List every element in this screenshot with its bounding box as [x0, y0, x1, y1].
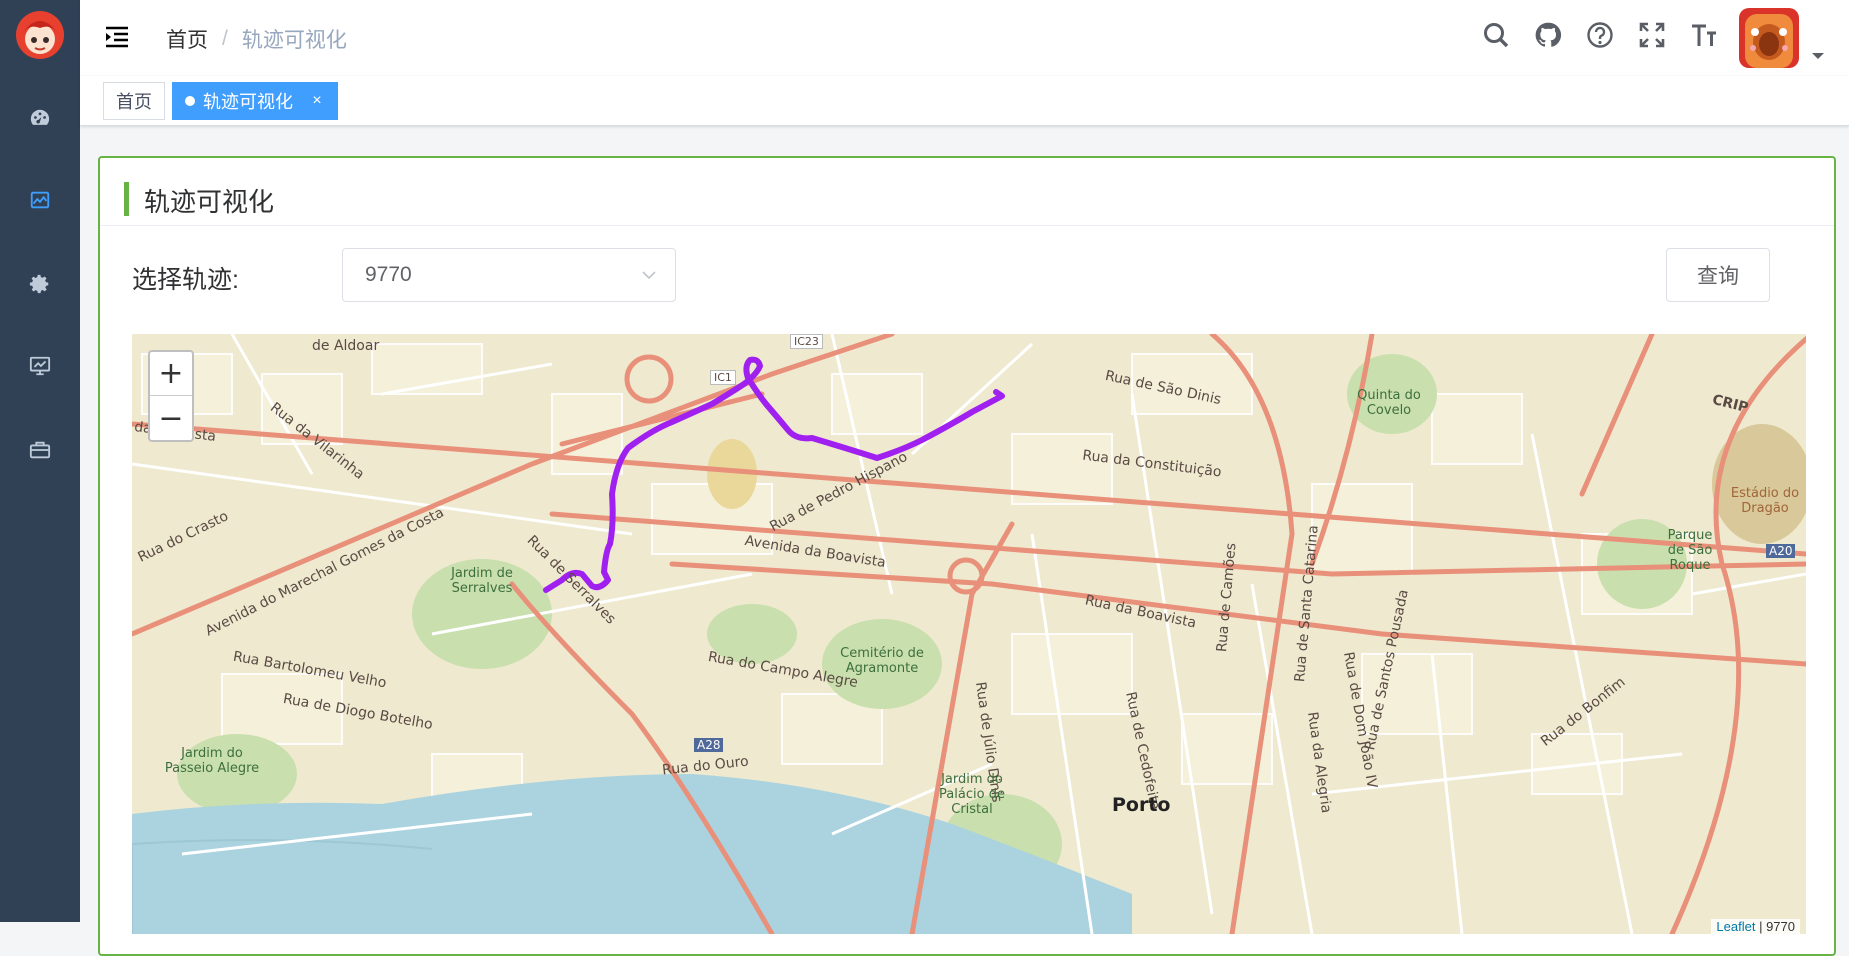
map-label: Porto: [1112, 794, 1171, 816]
sidebar-item-monitor[interactable]: [0, 326, 80, 406]
monitor-icon: [29, 356, 51, 376]
map-label: Jardim do Palácio de Cristal: [939, 772, 1005, 817]
tag-home-label: 首页: [116, 92, 152, 112]
tag-active-label: 轨迹可视化: [203, 92, 293, 112]
text-size-icon: [1692, 24, 1716, 46]
attribution-text: | 9770: [1755, 919, 1795, 934]
active-dot-icon: [185, 96, 195, 106]
card-header: 轨迹可视化: [100, 158, 1834, 226]
tag-track-visualization[interactable]: 轨迹可视化 ×: [172, 82, 338, 120]
avatar-dropdown-caret-icon[interactable]: [1811, 48, 1825, 59]
chevron-down-icon: [642, 271, 656, 280]
search-button[interactable]: [1481, 20, 1511, 50]
map-label: IC23: [790, 334, 823, 349]
dashboard-icon: [30, 109, 50, 125]
sidebar-item-dashboard[interactable]: [0, 78, 80, 158]
avatar-image: [1739, 8, 1799, 68]
breadcrumb-separator: /: [222, 27, 228, 50]
chart-icon: [30, 191, 50, 209]
track-select[interactable]: 9770: [342, 248, 676, 302]
navbar: 首页 / 轨迹可视化: [80, 0, 1849, 76]
tag-home[interactable]: 首页: [103, 82, 165, 120]
map-label: A20: [1766, 544, 1796, 558]
help-button[interactable]: [1585, 20, 1615, 50]
map-attribution: Leaflet | 9770: [1711, 919, 1800, 934]
tags-view: 首页 轨迹可视化 ×: [80, 76, 1849, 126]
breadcrumb: 首页 / 轨迹可视化: [166, 24, 347, 54]
main-card: 轨迹可视化 选择轨迹: 9770 查询 de Aldoar Rua da Vil…: [98, 156, 1836, 956]
title-accent-bar: [124, 182, 129, 216]
map-label: Jardim de Serralves: [451, 566, 513, 596]
map-label: IC1: [710, 370, 736, 385]
font-size-button[interactable]: [1689, 20, 1719, 50]
zoom-in-button[interactable]: +: [150, 352, 192, 396]
menu-fold-icon: [106, 26, 128, 48]
question-icon: [1587, 22, 1613, 48]
map-label: Quinta do Covelo: [1357, 388, 1421, 418]
github-button[interactable]: [1533, 20, 1563, 50]
hamburger-button[interactable]: [104, 24, 130, 50]
breadcrumb-current: 轨迹可视化: [241, 29, 347, 52]
breadcrumb-home[interactable]: 首页: [166, 24, 208, 54]
sidebar: [0, 0, 80, 922]
map-tiles[interactable]: [132, 334, 1806, 934]
map-container[interactable]: de Aldoar Rua da Vilarinha da Boavista R…: [132, 334, 1806, 934]
gear-icon: [29, 274, 49, 294]
sidebar-item-toolbox[interactable]: [0, 410, 80, 490]
track-select-value: 9770: [365, 263, 412, 286]
track-select-label: 选择轨迹:: [132, 266, 239, 294]
map-label: de Aldoar: [312, 338, 380, 354]
user-avatar[interactable]: [1739, 8, 1799, 68]
zoom-out-button[interactable]: −: [150, 396, 192, 440]
map-label: A28: [694, 738, 724, 752]
github-icon: [1535, 22, 1562, 47]
briefcase-icon: [29, 441, 51, 459]
leaflet-link[interactable]: Leaflet: [1716, 919, 1755, 934]
card-title: 轨迹可视化: [144, 187, 275, 217]
query-button[interactable]: 查询: [1666, 248, 1770, 302]
map-label: Estádio do Dragão: [1730, 486, 1800, 516]
sidebar-item-settings[interactable]: [0, 244, 80, 324]
map-label: Jardim do Passeio Alegre: [164, 746, 260, 776]
search-icon: [1484, 23, 1509, 48]
map-label: Cemitério de Agramonte: [840, 646, 924, 676]
sidebar-item-chart[interactable]: [0, 160, 80, 240]
zoom-control: + −: [148, 350, 194, 442]
fullscreen-button[interactable]: [1637, 20, 1667, 50]
tag-close-icon[interactable]: ×: [309, 92, 325, 110]
map-label: Parque de São Roque: [1667, 528, 1713, 573]
fullscreen-icon: [1639, 22, 1665, 48]
logo: [15, 10, 65, 60]
